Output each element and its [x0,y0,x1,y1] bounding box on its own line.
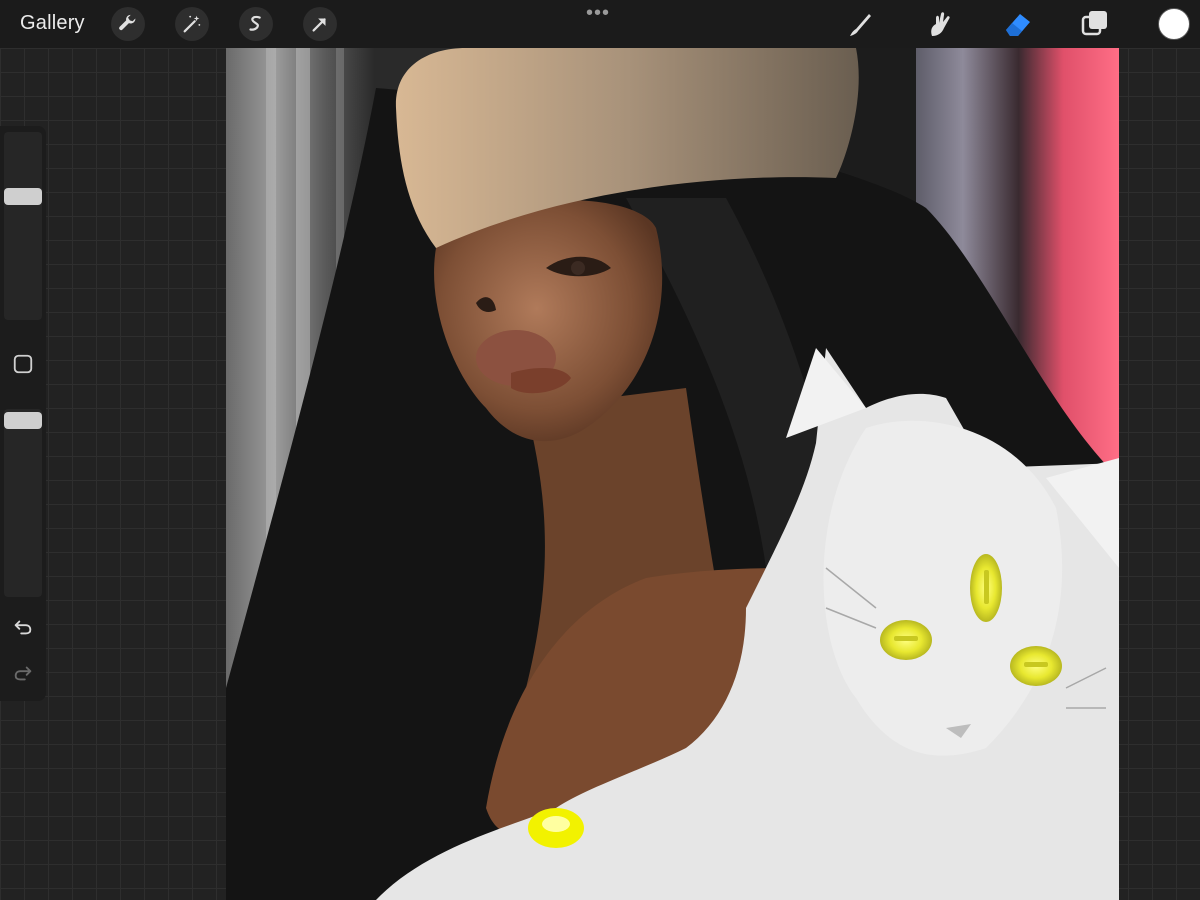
redo-icon [14,666,32,681]
gallery-button[interactable]: Gallery [20,12,85,35]
brush-icon [850,14,871,36]
adjustments-button[interactable] [175,7,209,41]
brush-size-slider-thumb[interactable] [4,188,42,205]
artwork [226,48,1119,900]
opacity-slider-thumb[interactable] [4,412,42,429]
undo-button[interactable] [10,614,36,640]
eraser-tool-button[interactable] [1000,6,1036,42]
redo-button[interactable] [10,660,36,686]
actions-wrench-icon [119,14,136,31]
brush-size-slider-track[interactable] [4,132,42,320]
more-options-handle[interactable]: ••• [586,2,610,25]
smudge-icon [931,12,950,36]
selection-icon [249,15,261,31]
actions-button[interactable] [111,7,145,41]
drawing-canvas[interactable] [226,48,1119,900]
selection-button[interactable] [239,7,273,41]
layers-icon [1081,11,1107,36]
smudge-tool-button[interactable] [922,6,958,42]
transform-arrow-icon [312,18,326,32]
adjustments-magic-wand-icon [183,15,201,33]
layers-button[interactable] [1077,6,1113,42]
transform-button[interactable] [303,7,337,41]
left-sidebar [0,126,46,701]
undo-icon [14,620,32,635]
square-modify-icon [13,354,33,374]
opacity-slider-track[interactable] [4,409,42,597]
top-toolbar: Gallery ••• [0,0,1200,48]
modify-button[interactable] [10,351,36,377]
brush-tool-button[interactable] [842,6,878,42]
eraser-icon [1006,14,1030,36]
color-picker-swatch[interactable] [1158,8,1190,40]
